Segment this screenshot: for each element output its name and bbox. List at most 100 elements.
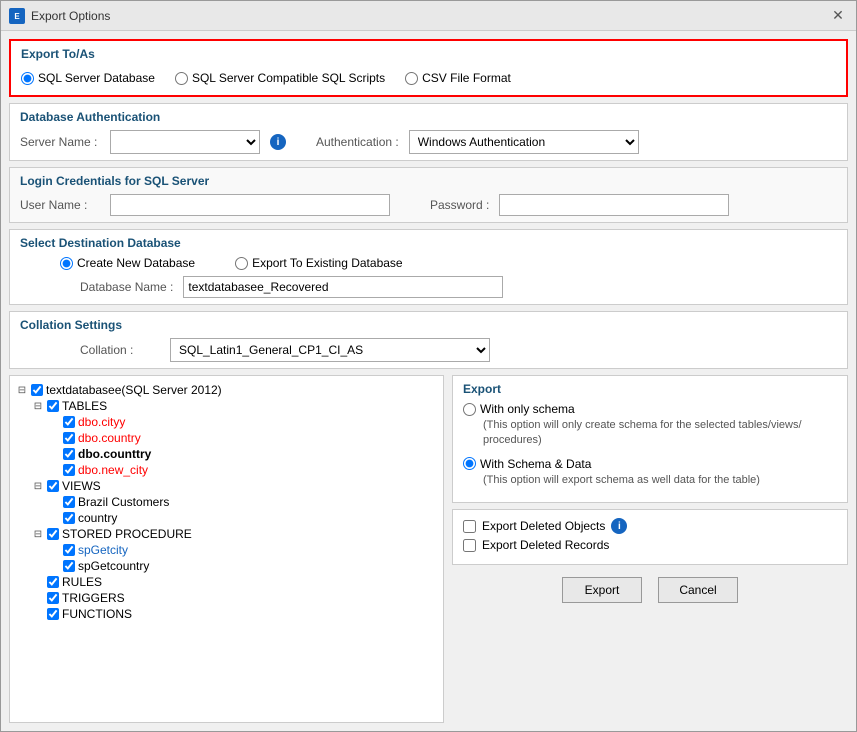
server-info-icon[interactable]: i — [270, 134, 286, 150]
export-csv-option[interactable]: CSV File Format — [405, 71, 511, 85]
tree-triggers-checkbox[interactable] — [47, 592, 59, 604]
tree-new-city: dbo.new_city — [16, 462, 437, 478]
select-destination-title: Select Destination Database — [20, 236, 837, 250]
schema-only-label: With only schema — [480, 402, 575, 416]
export-sql-scripts-option[interactable]: SQL Server Compatible SQL Scripts — [175, 71, 385, 85]
tree-stored-procedure: ⊟ STORED PROCEDURE — [16, 526, 437, 542]
schema-data-option[interactable]: With Schema & Data — [463, 457, 837, 471]
checkbox-section: Export Deleted Objects i Export Deleted … — [452, 509, 848, 565]
export-deleted-records-label: Export Deleted Records — [482, 538, 609, 552]
tree-views-toggle[interactable]: ⊟ — [32, 480, 44, 492]
db-name-row: Database Name : — [20, 276, 837, 298]
export-existing-db-radio[interactable] — [235, 257, 248, 270]
close-button[interactable]: ✕ — [828, 6, 848, 26]
export-to-radio-group: SQL Server Database SQL Server Compatibl… — [21, 67, 836, 89]
create-new-db-radio[interactable] — [60, 257, 73, 270]
schema-data-label: With Schema & Data — [480, 457, 591, 471]
username-input[interactable] — [110, 194, 390, 216]
tree-triggers-label: TRIGGERS — [62, 591, 125, 605]
tree-triggers: TRIGGERS — [16, 590, 437, 606]
tree-tables-label: TABLES — [62, 399, 107, 413]
tree-rules: RULES — [16, 574, 437, 590]
destination-radio-group: Create New Database Export To Existing D… — [20, 256, 837, 270]
export-sql-db-radio[interactable] — [21, 72, 34, 85]
export-panel: Export With only schema (This option wil… — [452, 375, 848, 723]
tree-functions-label: FUNCTIONS — [62, 607, 132, 621]
tree-rules-label: RULES — [62, 575, 102, 589]
tree-cityy-checkbox[interactable] — [63, 416, 75, 428]
tree-country: dbo.country — [16, 430, 437, 446]
export-to-section: Export To/As SQL Server Database SQL Ser… — [9, 39, 848, 97]
tree-counttry: dbo.counttry — [16, 446, 437, 462]
tree-sp-checkbox[interactable] — [47, 528, 59, 540]
tree-tables-toggle[interactable]: ⊟ — [32, 400, 44, 412]
export-csv-radio[interactable] — [405, 72, 418, 85]
tree-tables-checkbox[interactable] — [47, 400, 59, 412]
login-row: User Name : Password : — [20, 194, 837, 216]
login-credentials-title: Login Credentials for SQL Server — [20, 174, 837, 188]
tree-spgetcity-label: spGetcity — [78, 543, 128, 557]
auth-select[interactable]: Windows Authentication SQL Server Authen… — [409, 130, 639, 154]
select-destination-section: Select Destination Database Create New D… — [9, 229, 848, 305]
cancel-button[interactable]: Cancel — [658, 577, 738, 603]
password-label: Password : — [430, 198, 489, 212]
schema-only-radio[interactable] — [463, 403, 476, 416]
export-deleted-records-checkbox[interactable] — [463, 539, 476, 552]
export-sql-scripts-label: SQL Server Compatible SQL Scripts — [192, 71, 385, 85]
title-bar-left: E Export Options — [9, 8, 110, 24]
main-window: E Export Options ✕ Export To/As SQL Serv… — [0, 0, 857, 732]
tree-rules-checkbox[interactable] — [47, 576, 59, 588]
export-deleted-objects-label: Export Deleted Objects — [482, 519, 605, 533]
export-to-title: Export To/As — [21, 47, 836, 61]
db-name-input[interactable] — [183, 276, 503, 298]
export-button[interactable]: Export — [562, 577, 642, 603]
schema-data-radio[interactable] — [463, 457, 476, 470]
tree-views-country-label: country — [78, 511, 117, 525]
window-title: Export Options — [31, 9, 110, 23]
tree-counttry-checkbox[interactable] — [63, 448, 75, 460]
tree-spgetcountry-label: spGetcountry — [78, 559, 149, 573]
password-input[interactable] — [499, 194, 729, 216]
tree-spgetcity: spGetcity — [16, 542, 437, 558]
username-label: User Name : — [20, 198, 100, 212]
export-sql-scripts-radio[interactable] — [175, 72, 188, 85]
deleted-objects-info-icon[interactable]: i — [611, 518, 627, 534]
tree-views-country-checkbox[interactable] — [63, 512, 75, 524]
export-existing-db-option[interactable]: Export To Existing Database — [235, 256, 403, 270]
tree-root-toggle[interactable]: ⊟ — [16, 384, 28, 396]
tree-spgetcity-checkbox[interactable] — [63, 544, 75, 556]
login-credentials-section: Login Credentials for SQL Server User Na… — [9, 167, 848, 223]
create-new-db-option[interactable]: Create New Database — [60, 256, 195, 270]
schema-only-option[interactable]: With only schema — [463, 402, 837, 416]
tree-root-label: textdatabasee(SQL Server 2012) — [46, 383, 222, 397]
tree-panel: ⊟ textdatabasee(SQL Server 2012) ⊟ TABLE… — [9, 375, 444, 723]
app-icon: E — [9, 8, 25, 24]
tree-sp-toggle[interactable]: ⊟ — [32, 528, 44, 540]
tree-new-city-checkbox[interactable] — [63, 464, 75, 476]
export-sql-db-option[interactable]: SQL Server Database — [21, 71, 155, 85]
export-deleted-records-item: Export Deleted Records — [463, 538, 837, 552]
tree-cityy-label: dbo.cityy — [78, 415, 125, 429]
db-name-label: Database Name : — [80, 280, 173, 294]
tree-views-label: VIEWS — [62, 479, 101, 493]
export-deleted-objects-item: Export Deleted Objects i — [463, 518, 837, 534]
tree-functions-checkbox[interactable] — [47, 608, 59, 620]
tree-spgetcountry: spGetcountry — [16, 558, 437, 574]
collation-select[interactable]: SQL_Latin1_General_CP1_CI_AS Latin1_Gene… — [170, 338, 490, 362]
db-auth-section: Database Authentication Server Name : i … — [9, 103, 848, 161]
tree-root-checkbox[interactable] — [31, 384, 43, 396]
auth-label: Authentication : — [316, 135, 399, 149]
svg-text:E: E — [14, 12, 20, 21]
tree-tables: ⊟ TABLES — [16, 398, 437, 414]
schema-data-desc: (This option will export schema as well … — [463, 473, 837, 488]
tree-spgetcountry-checkbox[interactable] — [63, 560, 75, 572]
export-options-section: Export With only schema (This option wil… — [452, 375, 848, 503]
tree-country-checkbox[interactable] — [63, 432, 75, 444]
bottom-area: ⊟ textdatabasee(SQL Server 2012) ⊟ TABLE… — [9, 375, 848, 723]
tree-brazil-customers-checkbox[interactable] — [63, 496, 75, 508]
export-deleted-objects-checkbox[interactable] — [463, 520, 476, 533]
export-sql-db-label: SQL Server Database — [38, 71, 155, 85]
server-name-select[interactable] — [110, 130, 260, 154]
export-options-title: Export — [463, 382, 837, 396]
tree-views-checkbox[interactable] — [47, 480, 59, 492]
